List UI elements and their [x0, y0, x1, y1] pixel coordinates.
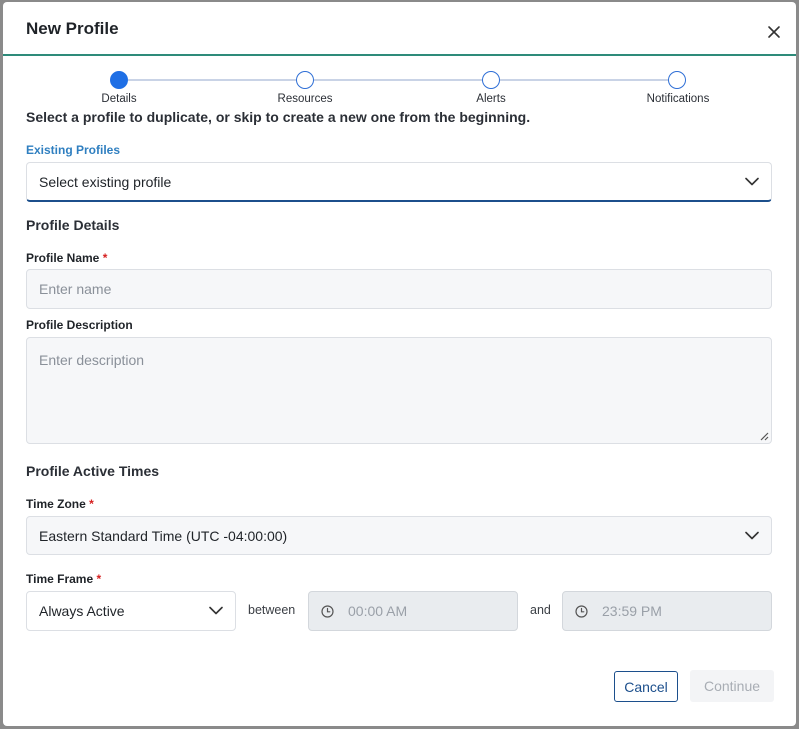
dialog-title: New Profile: [26, 19, 119, 38]
time-zone-select[interactable]: Eastern Standard Time (UTC -04:00:00): [26, 516, 772, 555]
time-zone-value: Eastern Standard Time (UTC -04:00:00): [39, 527, 288, 544]
existing-profiles-label: Existing Profiles: [26, 143, 121, 157]
profile-details-heading: Profile Details: [26, 217, 120, 233]
required-marker: *: [102, 251, 108, 265]
between-text: between: [248, 603, 296, 617]
chevron-down-icon: [209, 606, 223, 615]
profile-name-label-text: Profile Name: [26, 251, 100, 265]
time-zone-label: Time Zone *: [26, 497, 94, 511]
step-alerts-label: Alerts: [476, 93, 506, 105]
existing-profile-select[interactable]: Select existing profile: [26, 162, 772, 202]
step-notifications-dot[interactable]: [668, 71, 686, 89]
step-details-label: Details: [101, 93, 137, 105]
profile-description-label: Profile Description: [26, 318, 133, 332]
cancel-button[interactable]: Cancel: [614, 671, 678, 702]
required-marker: *: [96, 572, 102, 586]
step-connector: [128, 79, 297, 81]
end-time-value: 23:59 PM: [602, 603, 662, 619]
profile-name-label: Profile Name *: [26, 251, 107, 265]
time-zone-label-text: Time Zone: [26, 497, 86, 511]
step-connector: [500, 79, 669, 81]
new-profile-dialog: New Profile Details Resources Alerts Not…: [3, 2, 796, 726]
clock-icon: [321, 604, 334, 618]
dialog-header: New Profile: [3, 2, 796, 56]
step-notifications-label: Notifications: [646, 93, 710, 105]
chevron-down-icon: [745, 177, 759, 185]
profile-active-times-heading: Profile Active Times: [26, 463, 160, 479]
step-alerts-dot[interactable]: [482, 71, 500, 89]
required-marker: *: [89, 497, 94, 511]
chevron-down-icon: [745, 531, 759, 539]
profile-name-placeholder: Enter name: [39, 281, 112, 297]
close-icon[interactable]: [766, 24, 782, 40]
time-frame-value: Always Active: [39, 603, 125, 619]
profile-name-input[interactable]: Enter name: [26, 269, 772, 309]
step-resources-dot[interactable]: [296, 71, 314, 89]
time-frame-label-text: Time Frame: [26, 572, 94, 586]
continue-button[interactable]: Continue: [690, 670, 774, 702]
clock-icon: [575, 604, 588, 618]
existing-profile-select-value: Select existing profile: [39, 173, 172, 190]
start-time-value: 00:00 AM: [348, 603, 408, 619]
start-time-input[interactable]: 00:00 AM: [308, 591, 518, 631]
step-connector: [314, 79, 483, 81]
time-frame-select[interactable]: Always Active: [26, 591, 236, 631]
end-time-input[interactable]: 23:59 PM: [562, 591, 772, 631]
and-text: and: [530, 603, 551, 617]
step-resources-label: Resources: [277, 93, 333, 105]
profile-description-textarea[interactable]: Enter description: [26, 337, 772, 444]
resize-grip-icon[interactable]: [760, 432, 769, 441]
profile-description-placeholder: Enter description: [39, 352, 145, 368]
step-details-dot[interactable]: [110, 71, 128, 89]
time-frame-label: Time Frame *: [26, 572, 101, 586]
progress-stepper: Details Resources Alerts Notifications: [3, 68, 796, 108]
instruction-text: Select a profile to duplicate, or skip t…: [26, 109, 531, 125]
